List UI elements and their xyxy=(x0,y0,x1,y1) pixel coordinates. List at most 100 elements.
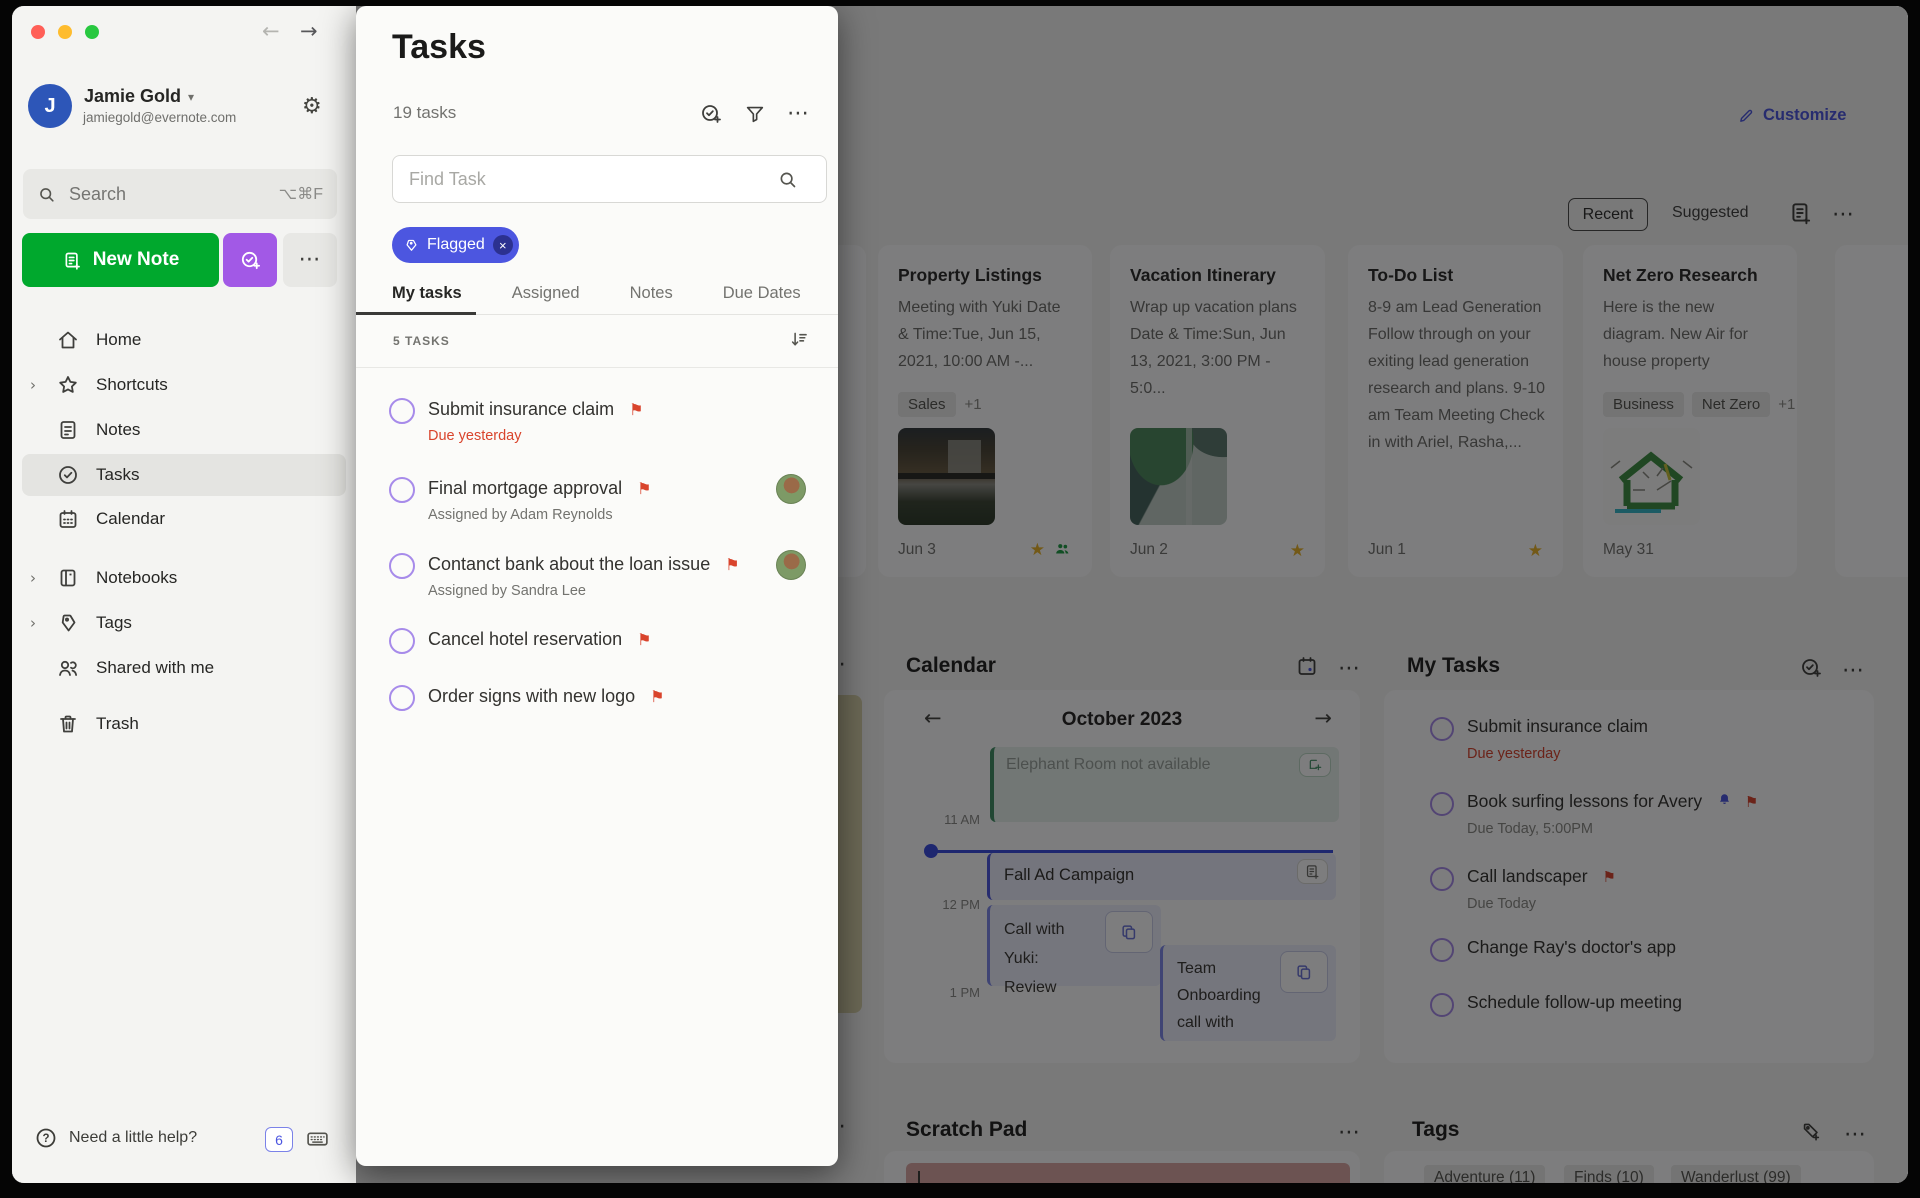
panel-more-icon[interactable]: ⋯ xyxy=(787,103,810,125)
avatar[interactable]: J xyxy=(28,84,72,128)
task-checkbox[interactable] xyxy=(389,553,415,579)
assignee-avatar[interactable] xyxy=(776,474,806,504)
task-due: Due yesterday xyxy=(428,428,522,444)
account-switcher[interactable]: Jamie Gold ▾ xyxy=(84,86,194,107)
svg-text:?: ? xyxy=(42,1133,49,1145)
help-label: Need a little help? xyxy=(69,1129,197,1147)
task-title: Order signs with new logo ⚑ xyxy=(428,686,664,707)
task-checkbox[interactable] xyxy=(389,628,415,654)
flag-icon: ⚑ xyxy=(629,400,643,419)
chevron-right-icon[interactable]: › xyxy=(22,376,44,394)
new-note-icon xyxy=(62,250,83,271)
people-icon xyxy=(56,656,80,680)
avatar-initial: J xyxy=(44,95,55,118)
window-zoom-button[interactable] xyxy=(85,25,99,39)
sidebar-item-label: Home xyxy=(96,330,141,350)
sidebar-item-label: Calendar xyxy=(96,509,165,529)
task-checkbox[interactable] xyxy=(389,398,415,424)
history-forward-button[interactable]: → xyxy=(300,19,318,43)
task-title-text: Submit insurance claim xyxy=(428,399,614,419)
sidebar-item-notebooks[interactable]: › Notebooks xyxy=(22,557,346,599)
sidebar-item-tasks[interactable]: Tasks xyxy=(22,454,346,496)
task-group-header: 5 TASKS xyxy=(356,315,838,368)
filter-icon[interactable] xyxy=(744,103,766,125)
task-assigned-by: Assigned by Adam Reynolds xyxy=(428,507,613,523)
task-count: 19 tasks xyxy=(393,103,456,123)
sidebar-item-label: Shared with me xyxy=(96,658,214,678)
help-badge-count: 6 xyxy=(275,1132,283,1148)
task-title-text: Order signs with new logo xyxy=(428,686,635,706)
search-icon xyxy=(37,185,56,204)
help-button[interactable]: ? Need a little help? xyxy=(34,1126,197,1150)
chevron-right-icon[interactable]: › xyxy=(22,569,44,587)
gear-icon[interactable]: ⚙ xyxy=(302,94,322,119)
tab-my-tasks[interactable]: My tasks xyxy=(392,284,462,303)
sidebar-item-label: Tasks xyxy=(96,465,139,485)
new-task-button[interactable] xyxy=(223,233,277,287)
calendar-icon xyxy=(56,507,80,531)
sidebar-item-home[interactable]: Home xyxy=(22,319,346,361)
task-title: Submit insurance claim ⚑ xyxy=(428,399,643,420)
history-back-button[interactable]: ← xyxy=(262,19,280,43)
app-window: Customize Recent Suggested ⋯ Property Li… xyxy=(12,6,1908,1183)
window-minimize-button[interactable] xyxy=(58,25,72,39)
add-task-icon[interactable] xyxy=(699,102,723,126)
chevron-down-icon: ▾ xyxy=(188,90,194,104)
tab-notes[interactable]: Notes xyxy=(630,284,673,303)
flag-icon: ⚑ xyxy=(637,479,651,498)
sidebar-item-label: Shortcuts xyxy=(96,375,168,395)
sidebar: ← → J Jamie Gold ▾ jamiegold@evernote.co… xyxy=(12,6,356,1183)
tasks-panel: Tasks 19 tasks ⋯ Flagged × My tasks Assi… xyxy=(356,6,838,1166)
sidebar-item-trash[interactable]: Trash xyxy=(22,703,346,745)
sort-icon[interactable] xyxy=(789,329,810,350)
tasks-icon xyxy=(56,463,80,487)
tab-due-dates[interactable]: Due Dates xyxy=(723,284,801,303)
trash-icon xyxy=(56,712,80,736)
sidebar-item-shortcuts[interactable]: › Shortcuts xyxy=(22,364,346,406)
search-shortcut: ⌥⌘F xyxy=(279,184,323,204)
new-note-label: New Note xyxy=(93,249,180,271)
sidebar-item-notes[interactable]: Notes xyxy=(22,409,346,451)
user-email: jamiegold@evernote.com xyxy=(83,110,236,125)
task-checkbox[interactable] xyxy=(389,477,415,503)
sidebar-item-shared-with-me[interactable]: Shared with me xyxy=(22,647,346,689)
sidebar-item-tags[interactable]: › Tags xyxy=(22,602,346,644)
sidebar-item-calendar[interactable]: Calendar xyxy=(22,498,346,540)
keyboard-shortcuts-icon[interactable] xyxy=(303,1126,332,1151)
remove-filter-icon[interactable]: × xyxy=(493,235,513,255)
search-input[interactable]: Search ⌥⌘F xyxy=(23,169,337,219)
flag-icon: ⚑ xyxy=(725,555,739,574)
flag-icon: ⚑ xyxy=(650,687,664,706)
filter-chip-label: Flagged xyxy=(427,236,485,254)
task-title: Contanct bank about the loan issue ⚑ xyxy=(428,554,740,575)
note-icon xyxy=(56,418,80,442)
tag-icon xyxy=(404,238,419,253)
task-title: Final mortgage approval ⚑ xyxy=(428,478,651,499)
panel-title: Tasks xyxy=(392,28,486,67)
sidebar-item-label: Notebooks xyxy=(96,568,177,588)
question-icon: ? xyxy=(34,1126,58,1150)
task-assigned-by: Assigned by Sandra Lee xyxy=(428,583,586,599)
assignee-avatar[interactable] xyxy=(776,550,806,580)
panel-tabs: My tasks Assigned Notes Due Dates xyxy=(356,273,838,315)
sidebar-item-label: Notes xyxy=(96,420,140,440)
tag-icon xyxy=(56,611,80,635)
search-icon xyxy=(777,169,798,190)
desktop: Customize Recent Suggested ⋯ Property Li… xyxy=(0,0,1920,1198)
task-title-text: Contanct bank about the loan issue xyxy=(428,554,710,574)
task-add-icon xyxy=(239,249,262,272)
tab-assigned[interactable]: Assigned xyxy=(512,284,580,303)
star-icon xyxy=(56,373,80,397)
user-name: Jamie Gold xyxy=(84,86,181,107)
chevron-right-icon[interactable]: › xyxy=(22,614,44,632)
task-title-text: Cancel hotel reservation xyxy=(428,629,622,649)
sidebar-item-label: Trash xyxy=(96,714,139,734)
create-more-button[interactable]: ⋯ xyxy=(283,233,337,287)
task-checkbox[interactable] xyxy=(389,685,415,711)
find-task-input[interactable] xyxy=(392,155,827,203)
notebook-icon xyxy=(56,566,80,590)
new-note-button[interactable]: New Note xyxy=(22,233,219,287)
help-badge[interactable]: 6 xyxy=(265,1127,293,1152)
flagged-filter-chip[interactable]: Flagged × xyxy=(392,227,519,263)
window-close-button[interactable] xyxy=(31,25,45,39)
